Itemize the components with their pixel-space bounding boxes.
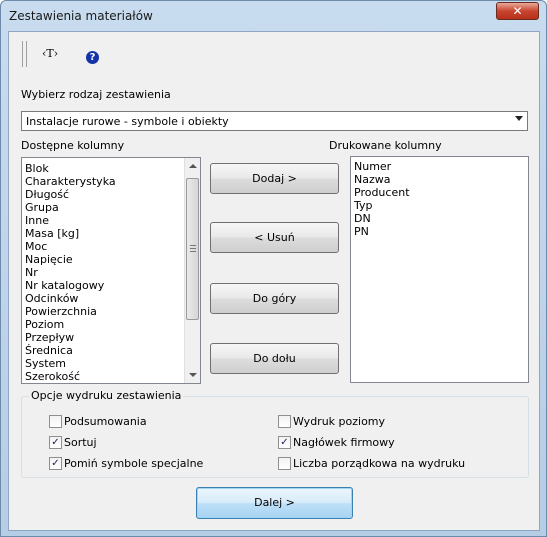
print-options-title: Opcje wydruku zestawienia	[29, 389, 184, 402]
list-item[interactable]: Nazwa	[351, 173, 528, 186]
option-label: Pomiń symbole specjalne	[64, 457, 204, 470]
move-up-button[interactable]: Do góry	[210, 283, 339, 314]
option-label: Nagłówek firmowy	[293, 436, 395, 449]
print-options-group: Opcje wydruku zestawienia Podsumowania ✓…	[21, 389, 529, 478]
list-item[interactable]: Odcinków	[22, 292, 200, 305]
help-icon[interactable]: ?	[86, 51, 99, 64]
next-button[interactable]: Dalej >	[196, 487, 353, 519]
list-item[interactable]: Średnica	[22, 344, 200, 357]
printed-columns-label: Drukowane kolumny	[329, 139, 442, 152]
list-item[interactable]: Napięcie	[22, 253, 200, 266]
title-bar[interactable]: Zestawienia materiałów ✕	[1, 1, 546, 31]
available-columns-label: Dostępne kolumny	[21, 139, 125, 152]
checkbox[interactable]: ✓	[49, 436, 62, 449]
report-type-value: Instalacje rurowe - symbole i obiekty	[26, 115, 229, 128]
vertical-scrollbar[interactable]	[184, 158, 200, 383]
list-item[interactable]: Producent	[351, 186, 528, 199]
list-item[interactable]: Charakterystyka	[22, 175, 200, 188]
text-tool-icon[interactable]: ‹T›	[42, 47, 58, 60]
list-item[interactable]: Powierzchnia	[22, 305, 200, 318]
option-label: Wydruk poziomy	[293, 415, 386, 428]
list-item[interactable]: Grupa	[22, 201, 200, 214]
chevron-down-icon[interactable]	[515, 116, 523, 121]
list-item[interactable]: Numer	[351, 160, 528, 173]
list-item[interactable]: Blok	[22, 162, 200, 175]
move-down-button[interactable]: Do dołu	[210, 343, 339, 374]
list-item[interactable]: Długość	[22, 188, 200, 201]
scroll-down-icon[interactable]	[189, 373, 197, 377]
list-item[interactable]: Poziom	[22, 318, 200, 331]
option-label: Sortuj	[64, 436, 97, 449]
dialog-window: Zestawienia materiałów ✕ ‹T› ? Wybierz r…	[0, 0, 547, 537]
option-label: Liczba porządkowa na wydruku	[293, 457, 466, 470]
list-item[interactable]: Nr katalogowy	[22, 279, 200, 292]
checkbox[interactable]	[278, 415, 291, 428]
checkbox[interactable]: ✓	[278, 436, 291, 449]
window-title: Zestawienia materiałów	[9, 9, 153, 23]
add-button[interactable]: Dodaj >	[210, 163, 339, 194]
list-item[interactable]: Szerokość	[22, 370, 200, 383]
checkbox[interactable]	[49, 415, 62, 428]
report-type-dropdown[interactable]: Instalacje rurowe - symbole i obiekty	[21, 111, 528, 131]
report-type-label: Wybierz rodzaj zestawienia	[21, 88, 171, 101]
list-item[interactable]: System	[22, 357, 200, 370]
list-item[interactable]: Nr	[22, 266, 200, 279]
grip-icon	[190, 245, 196, 252]
available-columns-list[interactable]: Blok Charakterystyka Długość Grupa Inne …	[21, 157, 201, 384]
checkbox[interactable]: ✓	[49, 457, 62, 470]
list-item[interactable]: Typ	[351, 199, 528, 212]
scrollbar-thumb[interactable]	[186, 178, 199, 320]
list-item[interactable]: Masa [kg]	[22, 227, 200, 240]
list-item[interactable]: DN	[351, 212, 528, 225]
list-item[interactable]: PN	[351, 225, 528, 238]
scroll-up-icon[interactable]	[189, 164, 197, 168]
dialog-body: ‹T› ? Wybierz rodzaj zestawienia Instala…	[8, 31, 540, 531]
list-item[interactable]: Inne	[22, 214, 200, 227]
option-label: Podsumowania	[64, 415, 147, 428]
close-button[interactable]: ✕	[496, 2, 539, 20]
toolbar-grip-icon	[22, 41, 27, 67]
list-item[interactable]: Przepływ	[22, 331, 200, 344]
printed-columns-list[interactable]: Numer Nazwa Producent Typ DN PN	[350, 156, 529, 383]
remove-button[interactable]: < Usuń	[210, 222, 339, 253]
checkbox[interactable]	[278, 457, 291, 470]
list-item[interactable]: Moc	[22, 240, 200, 253]
